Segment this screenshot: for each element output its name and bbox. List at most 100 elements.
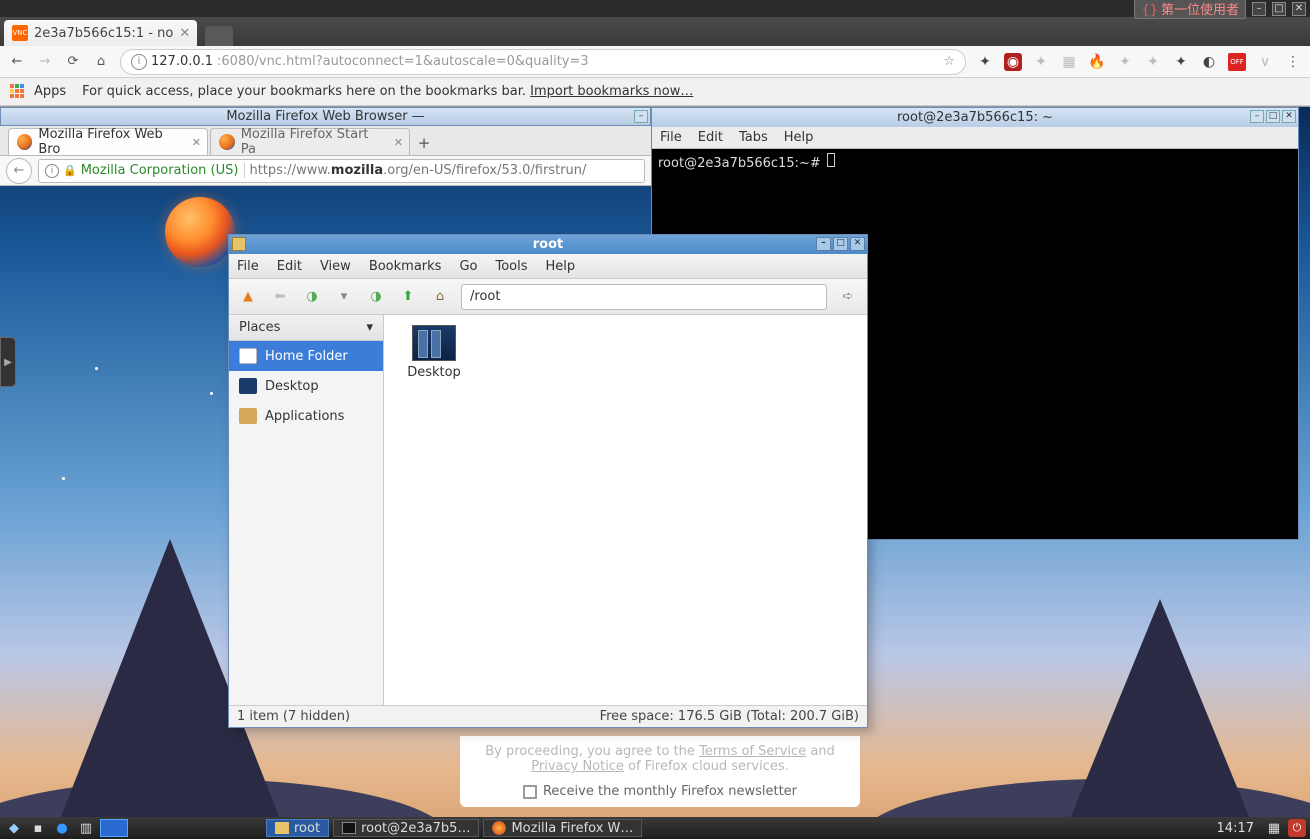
firefox-tab-label: Mozilla Firefox Web Bro <box>38 127 183 157</box>
sidebar-item-label: Applications <box>265 409 344 424</box>
sidebar-item-home[interactable]: Home Folder <box>229 341 383 371</box>
menu-tools[interactable]: Tools <box>495 259 527 274</box>
extension-icon[interactable]: ✦ <box>1032 53 1050 71</box>
back-button[interactable]: ← <box>8 53 26 71</box>
chrome-tab[interactable]: VNC 2e3a7b566c15:1 - no ✕ <box>4 20 197 46</box>
nav-back-button[interactable]: ⬅ <box>269 286 291 308</box>
menu-view[interactable]: View <box>320 259 351 274</box>
extension-icon[interactable]: ✦ <box>1172 53 1190 71</box>
home-button[interactable]: ⌂ <box>92 53 110 71</box>
privacy-link[interactable]: Privacy Notice <box>531 759 624 774</box>
firefox-titlebar[interactable]: Mozilla Firefox Web Browser — – <box>0 107 651 126</box>
extensions-icon[interactable]: ✦ <box>976 53 994 71</box>
taskbar-clock[interactable]: 14:17 <box>1211 821 1260 836</box>
firefox-back-button[interactable]: ← <box>6 158 32 184</box>
host-title-bar: {}第一位使用者 – □ ✕ <box>0 0 1310 17</box>
maximize-button[interactable]: □ <box>1266 110 1280 123</box>
menu-help[interactable]: Help <box>784 130 814 145</box>
close-tab-icon[interactable]: ✕ <box>179 26 191 38</box>
nav-reload-button[interactable]: ◑ <box>365 286 387 308</box>
menu-help[interactable]: Help <box>546 259 576 274</box>
close-tab-icon[interactable]: ✕ <box>394 136 403 149</box>
taskbar-task[interactable]: root <box>266 819 329 837</box>
star-decoration <box>95 367 98 370</box>
firefox-window-title: Mozilla Firefox Web Browser — <box>226 109 424 124</box>
minimize-button[interactable]: – <box>634 110 648 123</box>
menu-file[interactable]: File <box>660 130 682 145</box>
apps-label[interactable]: Apps <box>34 84 66 99</box>
omnibox[interactable]: i 127.0.0.1:6080/vnc.html?autoconnect=1&… <box>120 49 966 75</box>
taskbar-task[interactable]: Mozilla Firefox W… <box>483 819 642 837</box>
extension-icon[interactable]: ▦ <box>1060 53 1078 71</box>
import-bookmarks-link[interactable]: Import bookmarks now… <box>530 84 693 99</box>
extension-icon[interactable]: ✦ <box>1116 53 1134 71</box>
tos-link[interactable]: Terms of Service <box>699 744 806 759</box>
extension-icon[interactable]: ✦ <box>1144 53 1162 71</box>
new-tab-button[interactable] <box>205 26 233 46</box>
apps-icon[interactable] <box>10 84 26 100</box>
forward-button[interactable]: → <box>36 53 54 71</box>
menu-edit[interactable]: Edit <box>698 130 723 145</box>
places-header[interactable]: Places▾ <box>229 315 383 341</box>
menu-file[interactable]: File <box>237 259 259 274</box>
file-manager-titlebar[interactable]: root – □ ✕ <box>229 235 867 254</box>
star-icon[interactable]: ☆ <box>943 54 955 69</box>
site-info-icon[interactable]: i <box>131 54 147 70</box>
path-bar[interactable]: /root <box>461 284 827 310</box>
firefox-new-tab-button[interactable]: + <box>412 131 436 155</box>
file-manager-window[interactable]: root – □ ✕ File Edit View Bookmarks Go T… <box>228 234 868 728</box>
show-desktop-button[interactable] <box>100 819 128 837</box>
terminal-titlebar[interactable]: root@2e3a7b566c15: ~ – □ ✕ <box>652 108 1298 127</box>
firefox-navbar: ← i 🔒 Mozilla Corporation (US) https://w… <box>0 156 651 186</box>
close-button[interactable]: ✕ <box>850 237 865 251</box>
launcher-icon[interactable]: ▥ <box>76 819 96 837</box>
tree-decoration <box>1070 599 1250 819</box>
close-tab-icon[interactable]: ✕ <box>192 136 201 149</box>
firefox-urlbar[interactable]: i 🔒 Mozilla Corporation (US) https://www… <box>38 159 645 183</box>
folder-label: Desktop <box>407 365 461 380</box>
firefox-tab[interactable]: Mozilla Firefox Start Pa✕ <box>210 128 410 155</box>
site-identity[interactable]: Mozilla Corporation (US) <box>81 163 246 178</box>
chrome-browser: VNC 2e3a7b566c15:1 - no ✕ ← → ⟳ ⌂ i 127.… <box>0 17 1310 839</box>
launcher-icon[interactable]: ▪ <box>28 819 48 837</box>
nav-up-button[interactable]: ⬆ <box>397 286 419 308</box>
launcher-icon[interactable]: ● <box>52 819 72 837</box>
path-go-button[interactable]: ➪ <box>837 286 859 308</box>
vnc-viewport[interactable]: ▶ Mozilla Firefox Web Browser — – Mozill… <box>0 106 1310 839</box>
host-maximize-button[interactable]: □ <box>1272 2 1286 16</box>
minimize-button[interactable]: – <box>816 237 831 251</box>
folder-icon <box>275 822 289 834</box>
taskbar-task[interactable]: root@2e3a7b5… <box>333 819 479 837</box>
app-menu-button[interactable]: ◆ <box>4 819 24 837</box>
sidebar-item-applications[interactable]: Applications <box>229 401 383 431</box>
menu-bookmarks[interactable]: Bookmarks <box>369 259 442 274</box>
minimize-button[interactable]: – <box>1250 110 1264 123</box>
sidebar-item-desktop[interactable]: Desktop <box>229 371 383 401</box>
logout-button[interactable]: ⏻ <box>1288 819 1306 837</box>
firefox-tab[interactable]: Mozilla Firefox Web Bro ✕ <box>8 128 208 155</box>
file-view[interactable]: Desktop <box>384 315 867 705</box>
close-button[interactable]: ✕ <box>1282 110 1296 123</box>
menu-go[interactable]: Go <box>459 259 477 274</box>
menu-edit[interactable]: Edit <box>277 259 302 274</box>
extension-icon[interactable]: ◐ <box>1200 53 1218 71</box>
chrome-toolbar: ← → ⟳ ⌂ i 127.0.0.1:6080/vnc.html?autoco… <box>0 46 1310 78</box>
host-close-button[interactable]: ✕ <box>1292 2 1306 16</box>
ublock-icon[interactable]: ◉ <box>1004 53 1022 71</box>
extension-icon[interactable]: 🔥 <box>1088 53 1106 71</box>
folder-item-desktop[interactable]: Desktop <box>394 325 474 380</box>
extension-icon[interactable]: OFF <box>1228 53 1246 71</box>
newsletter-checkbox[interactable] <box>523 785 537 799</box>
extension-icon[interactable]: ∨ <box>1256 53 1274 71</box>
chrome-menu-icon[interactable]: ⋮ <box>1284 53 1302 71</box>
novnc-handle[interactable]: ▶ <box>0 337 16 387</box>
tray-icon[interactable]: ▦ <box>1264 819 1284 837</box>
nav-forward-button[interactable]: ◑ <box>301 286 323 308</box>
nav-history-button[interactable]: ▾ <box>333 286 355 308</box>
menu-tabs[interactable]: Tabs <box>739 130 768 145</box>
reload-button[interactable]: ⟳ <box>64 53 82 71</box>
host-minimize-button[interactable]: – <box>1252 2 1266 16</box>
home-button[interactable]: ⌂ <box>429 286 451 308</box>
maximize-button[interactable]: □ <box>833 237 848 251</box>
site-info-icon[interactable]: i <box>45 164 59 178</box>
